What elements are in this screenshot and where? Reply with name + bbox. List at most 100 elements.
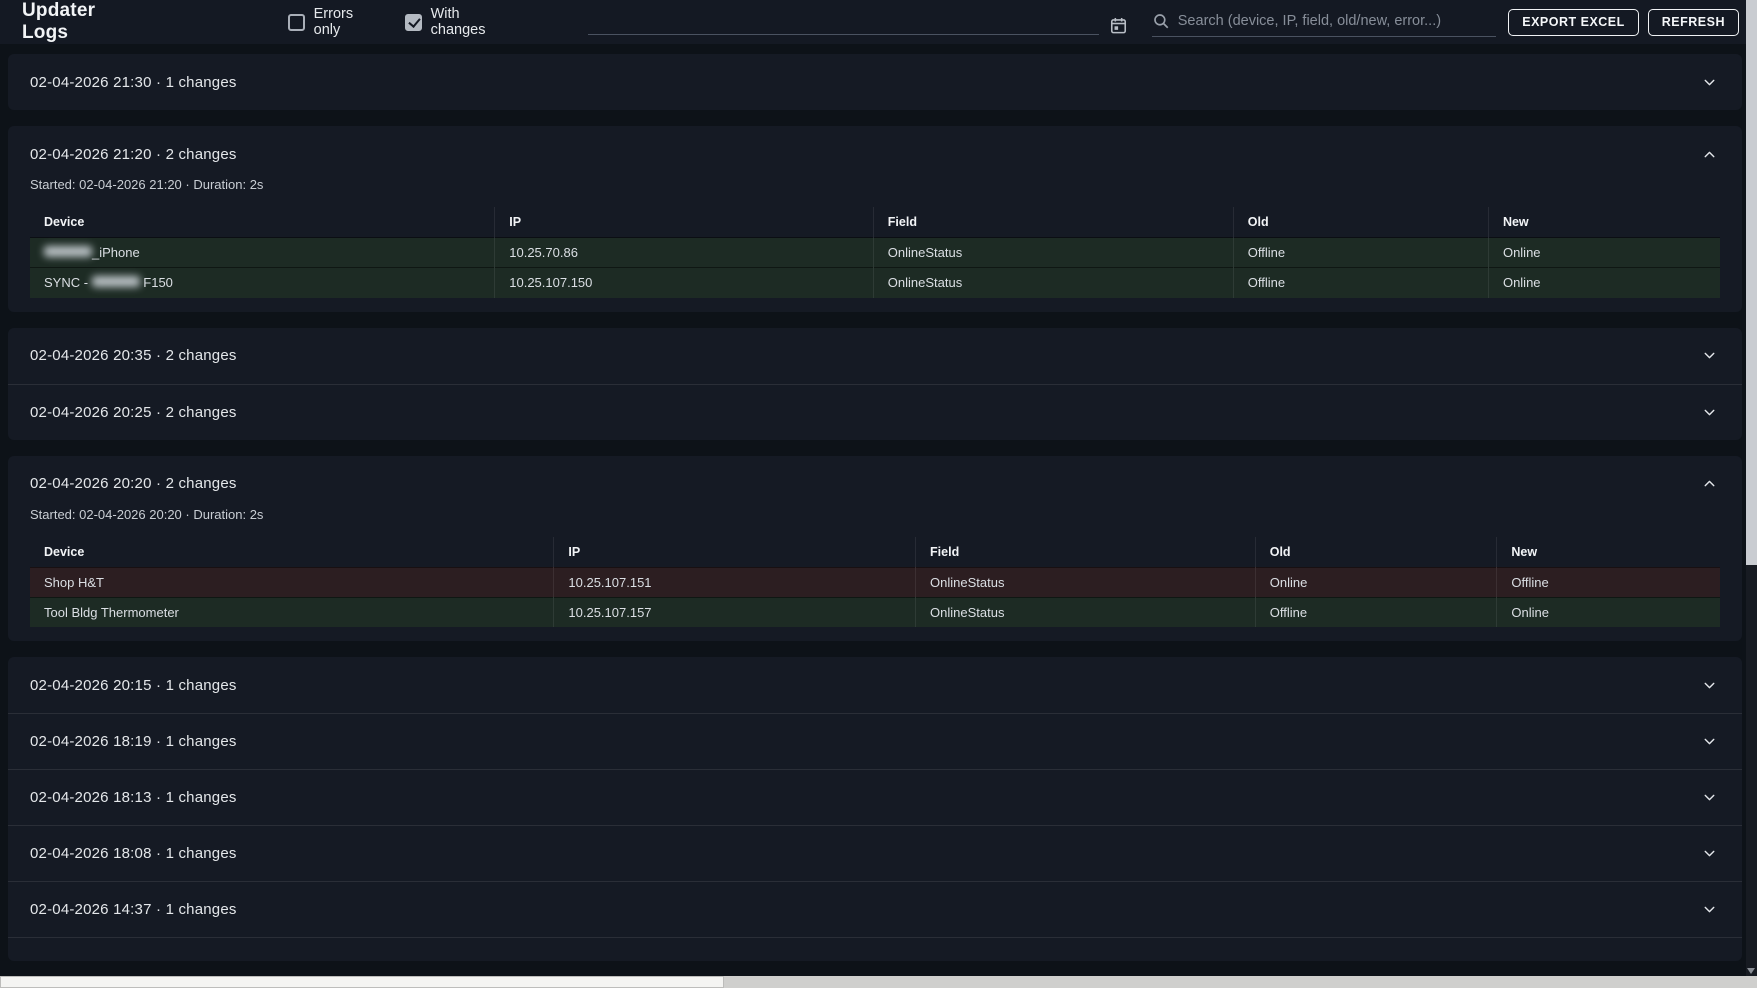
with-changes-label: With changes	[431, 6, 510, 38]
chevron-down-icon	[1701, 845, 1718, 862]
log-entry-header[interactable]: 02-04-2026 21:20 · 2 changes	[8, 126, 1742, 182]
change-row: SYNC - F15010.25.107.150OnlineStatusOffl…	[30, 268, 1720, 298]
column-header: Field	[873, 207, 1233, 238]
log-entry-header[interactable]: 02-04-2026 18:13 · 1 changes	[8, 769, 1742, 825]
log-entry-header[interactable]: 02-04-2026 20:20 · 2 changes	[8, 456, 1742, 512]
old-cell: Offline	[1233, 268, 1488, 298]
column-header: Device	[30, 207, 495, 238]
chevron-down-icon	[1701, 404, 1718, 421]
vertical-scrollbar-thumb[interactable]	[1746, 0, 1757, 565]
device-cell: Shop H&T	[30, 567, 554, 597]
log-entry-header[interactable]	[8, 937, 1742, 961]
log-entry-header[interactable]: 02-04-2026 18:08 · 1 changes	[8, 825, 1742, 881]
toolbar: Updater Logs Errors only With changes EX…	[0, 0, 1757, 44]
checkbox-box[interactable]	[405, 14, 422, 31]
log-entry-header[interactable]: 02-04-2026 20:25 · 2 changes	[8, 384, 1742, 440]
checkbox-box[interactable]	[288, 14, 305, 31]
log-list: 02-04-2026 21:30 · 1 changes 02-04-2026 2…	[0, 44, 1757, 961]
refresh-button[interactable]: REFRESH	[1648, 9, 1739, 36]
device-cell: _iPhone	[30, 238, 495, 268]
horizontal-scrollbar[interactable]	[0, 976, 1757, 988]
column-header: Old	[1255, 537, 1497, 568]
log-entry-group: 02-04-2026 21:30 · 1 changes	[8, 54, 1742, 110]
chevron-down-icon	[1701, 901, 1718, 918]
entry-summary: 02-04-2026 18:19 · 1 changes	[30, 733, 237, 750]
chevron-down-icon	[1701, 74, 1718, 91]
log-entry-card: 02-04-2026 20:20 · 2 changesStarted: 02-…	[8, 456, 1742, 642]
change-row: Shop H&T10.25.107.151OnlineStatusOnlineO…	[30, 567, 1720, 597]
changes-table: DeviceIPFieldOldNew_iPhone10.25.70.86Onl…	[30, 207, 1720, 298]
old-cell: Offline	[1233, 238, 1488, 268]
new-cell: Online	[1488, 268, 1720, 298]
chevron-down-icon	[1701, 347, 1718, 364]
log-entry-group: 02-04-2026 20:15 · 1 changes 02-04-2026 1…	[8, 657, 1742, 961]
column-header: New	[1497, 537, 1720, 568]
page-title: Updater Logs	[22, 0, 138, 44]
device-cell: Tool Bldg Thermometer	[30, 597, 554, 627]
column-header: IP	[554, 537, 916, 568]
entry-summary: 02-04-2026 20:25 · 2 changes	[30, 404, 237, 421]
log-entry-card: 02-04-2026 21:20 · 2 changes Started: 02-…	[8, 126, 1742, 312]
new-cell: Online	[1497, 597, 1720, 627]
entry-run-info: Started: 02-04-2026 20:20 · Duration: 2s	[30, 507, 1720, 522]
entry-summary: 02-04-2026 18:08 · 1 changes	[30, 845, 237, 862]
entry-run-info: Started: 02-04-2026 21:20 · Duration: 2s	[30, 177, 1720, 192]
ip-cell: 10.25.70.86	[495, 238, 874, 268]
chevron-up-icon	[1701, 475, 1718, 492]
entry-summary: 02-04-2026 21:30 · 1 changes	[30, 74, 237, 91]
column-header: IP	[495, 207, 874, 238]
chevron-up-icon	[1701, 146, 1718, 163]
field-cell: OnlineStatus	[916, 567, 1256, 597]
chevron-down-icon	[1701, 677, 1718, 694]
ip-cell: 10.25.107.157	[554, 597, 916, 627]
entry-summary: 02-04-2026 14:37 · 1 changes	[30, 901, 237, 918]
device-cell: SYNC - F150	[30, 268, 495, 298]
search-icon	[1152, 12, 1170, 30]
export-excel-button[interactable]: EXPORT EXCEL	[1508, 9, 1639, 36]
entry-details: Started: 02-04-2026 20:20 · Duration: 2s…	[8, 507, 1742, 642]
vertical-scrollbar[interactable]	[1746, 0, 1757, 976]
horizontal-scrollbar-thumb[interactable]	[0, 976, 724, 988]
calendar-button[interactable]	[1107, 16, 1130, 35]
log-entry-header[interactable]: 02-04-2026 14:37 · 1 changes	[8, 881, 1742, 937]
change-row: _iPhone10.25.70.86OnlineStatusOfflineOnl…	[30, 238, 1720, 268]
change-row: Tool Bldg Thermometer10.25.107.157Online…	[30, 597, 1720, 627]
table-header-row: DeviceIPFieldOldNew	[30, 207, 1720, 238]
log-entry-group: 02-04-2026 20:35 · 2 changes 02-04-2026 2…	[8, 328, 1742, 440]
column-header: Device	[30, 537, 554, 568]
scrollbar-down-arrow-icon[interactable]	[1747, 968, 1755, 974]
chevron-down-icon	[1701, 733, 1718, 750]
date-range-input[interactable]	[588, 9, 1099, 35]
redacted-text	[44, 246, 92, 257]
redacted-text	[92, 276, 140, 287]
column-header: Field	[916, 537, 1256, 568]
log-entry-header[interactable]: 02-04-2026 21:30 · 1 changes	[8, 54, 1742, 110]
errors-only-checkbox[interactable]: Errors only	[288, 6, 377, 38]
search-input[interactable]	[1178, 13, 1496, 29]
log-entry-header[interactable]: 02-04-2026 18:19 · 1 changes	[8, 713, 1742, 769]
new-cell: Online	[1488, 238, 1720, 268]
ip-cell: 10.25.107.151	[554, 567, 916, 597]
field-cell: OnlineStatus	[916, 597, 1256, 627]
table-header-row: DeviceIPFieldOldNew	[30, 537, 1720, 568]
changes-table: DeviceIPFieldOldNewShop H&T10.25.107.151…	[30, 537, 1720, 628]
column-header: New	[1488, 207, 1720, 238]
old-cell: Online	[1255, 567, 1497, 597]
with-changes-checkbox[interactable]: With changes	[405, 6, 510, 38]
ip-cell: 10.25.107.150	[495, 268, 874, 298]
column-header: Old	[1233, 207, 1488, 238]
field-cell: OnlineStatus	[873, 268, 1233, 298]
entry-summary: 02-04-2026 21:20 · 2 changes	[30, 146, 237, 163]
search-field	[1152, 7, 1496, 37]
entry-details: Started: 02-04-2026 21:20 · Duration: 2s…	[8, 177, 1742, 312]
chevron-down-icon	[1701, 789, 1718, 806]
entry-summary: 02-04-2026 18:13 · 1 changes	[30, 789, 237, 806]
log-entry-header[interactable]: 02-04-2026 20:35 · 2 changes	[8, 328, 1742, 384]
entry-summary: 02-04-2026 20:35 · 2 changes	[30, 347, 237, 364]
entry-summary: 02-04-2026 20:15 · 1 changes	[30, 677, 237, 694]
errors-only-label: Errors only	[314, 6, 377, 38]
field-cell: OnlineStatus	[873, 238, 1233, 268]
old-cell: Offline	[1255, 597, 1497, 627]
log-entry-header[interactable]: 02-04-2026 20:15 · 1 changes	[8, 657, 1742, 713]
new-cell: Offline	[1497, 567, 1720, 597]
